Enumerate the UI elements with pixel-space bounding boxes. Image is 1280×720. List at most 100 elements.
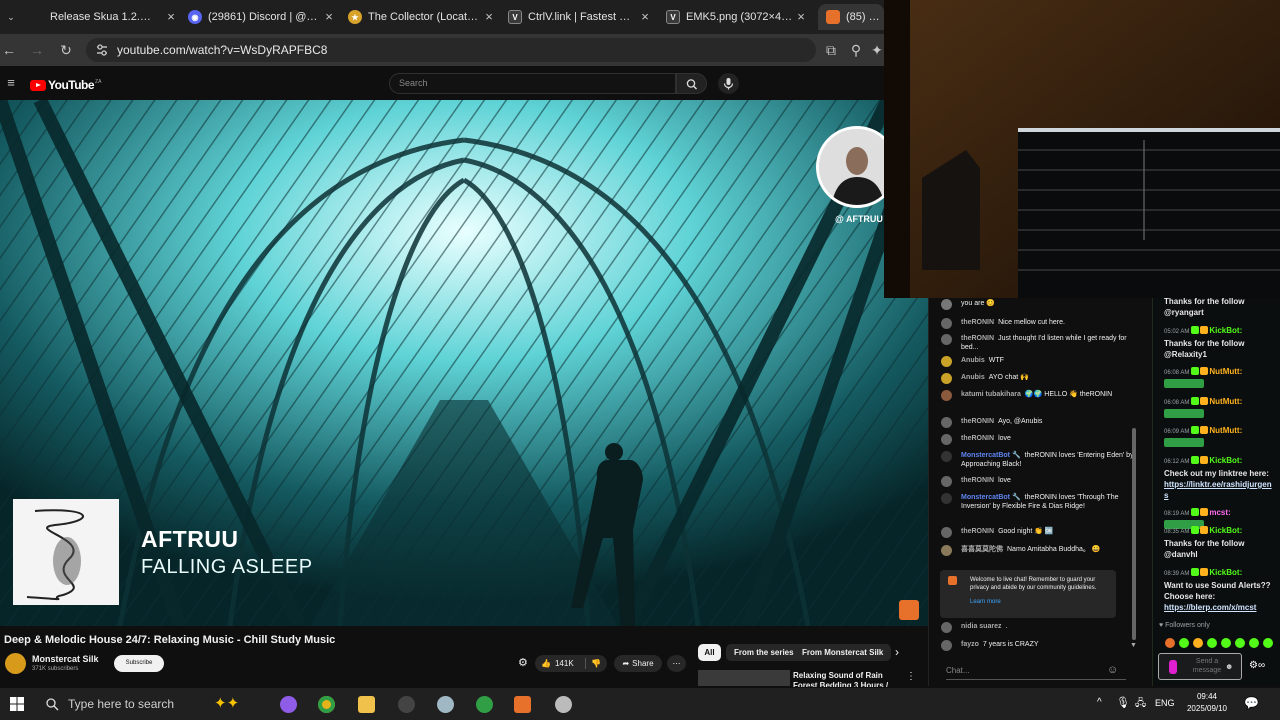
copilot-icon[interactable] [280, 696, 297, 713]
kick-message-link[interactable]: https://blerp.com/x/mcst [1164, 603, 1256, 612]
app-icon[interactable] [555, 696, 572, 713]
avatar[interactable] [941, 373, 952, 384]
microphone-icon[interactable]: 🎙 [1116, 696, 1130, 709]
avatar[interactable] [941, 493, 952, 504]
scroll-down-icon[interactable]: ▼ [1130, 642, 1137, 649]
chat-author[interactable]: 喜喜莫莫陀佛 [961, 546, 1003, 553]
chat-author[interactable]: theRONIN [961, 528, 994, 535]
chat-author[interactable]: theRONIN [961, 435, 994, 442]
avatar[interactable] [941, 640, 952, 651]
emoji-icon[interactable]: ☻ [1225, 662, 1233, 671]
avatar[interactable] [941, 318, 952, 329]
kick-username[interactable]: NutMutt: [1209, 426, 1242, 435]
chat-author[interactable]: Anubis [961, 357, 985, 364]
kick-username[interactable]: KickBot: [1209, 456, 1242, 465]
kick-username[interactable]: KickBot: [1209, 568, 1242, 577]
avatar[interactable] [941, 476, 952, 487]
hamburger-menu-icon[interactable]: ≡ [2, 74, 20, 92]
avatar[interactable] [941, 622, 952, 633]
chat-author[interactable]: katumi tubakihara [961, 391, 1021, 398]
channel-avatar[interactable] [5, 653, 26, 674]
kick-username[interactable]: NutMutt: [1209, 397, 1242, 406]
close-icon[interactable]: × [322, 9, 336, 24]
avatar[interactable] [941, 417, 952, 428]
site-info-icon[interactable] [95, 43, 109, 57]
channel-watermark-icon[interactable] [899, 600, 919, 620]
kick-username[interactable]: KickBot: [1209, 526, 1242, 535]
avatar[interactable] [941, 390, 952, 401]
file-explorer-icon[interactable] [358, 696, 375, 713]
voice-search-button[interactable] [718, 73, 739, 94]
chip-from-series[interactable]: From the series [726, 644, 802, 661]
close-icon[interactable]: × [482, 9, 496, 24]
chat-scrollbar[interactable] [1132, 428, 1136, 640]
avatar[interactable] [941, 451, 952, 462]
more-actions-icon[interactable]: ⋯ [667, 655, 686, 672]
language-indicator[interactable]: ENG [1155, 698, 1175, 708]
settings-gear-icon[interactable]: ⚙∞ [1249, 660, 1265, 671]
close-icon[interactable]: × [794, 9, 808, 24]
avatar[interactable] [941, 545, 952, 556]
reload-icon[interactable]: ↻ [57, 41, 75, 59]
like-dislike-group[interactable]: 👍 141K 👎 [535, 655, 607, 672]
browser-tab-2[interactable]: ◉ (29861) Discord | @Ven × [188, 4, 336, 30]
chevron-right-icon[interactable]: › [895, 645, 899, 659]
chat-author[interactable]: MonstercatBot 🔧 [961, 494, 1021, 501]
emoji-icon[interactable]: ☺ [1107, 664, 1118, 676]
thumbs-up-icon[interactable]: 👍 [541, 659, 551, 668]
learn-more-link[interactable]: Learn more [970, 599, 1001, 605]
kick-username[interactable]: mcst: [1209, 508, 1230, 517]
network-icon[interactable]: 🖧 [1135, 696, 1146, 713]
sparkle-icon[interactable]: ✦✦ [214, 694, 239, 712]
extension-icon[interactable]: ✦ [870, 41, 884, 59]
chat-author[interactable]: Anubis [961, 374, 985, 381]
settings-gear-icon[interactable]: ⚙ [518, 656, 530, 670]
install-app-icon[interactable]: ⧉ [822, 41, 840, 59]
close-icon[interactable]: × [164, 9, 178, 24]
chat-input[interactable]: Chat... [946, 662, 1126, 680]
microphone-icon[interactable] [1169, 660, 1177, 674]
chat-author[interactable]: MonstercatBot 🔧 [961, 452, 1021, 459]
avatar[interactable] [941, 434, 952, 445]
youtube-search-input[interactable]: Search [389, 73, 676, 94]
back-icon[interactable]: ← [0, 41, 18, 59]
browser-tab-1[interactable]: Release Skua 1.2.5.1 · Br × [30, 4, 178, 30]
chat-author[interactable]: theRONIN [961, 335, 994, 342]
tray-overflow-icon[interactable]: ^ [1097, 697, 1102, 708]
avatar[interactable] [941, 334, 952, 345]
video-player[interactable]: AFTRUU FALLING ASLEEP @ AFTRUU [0, 100, 928, 626]
browser-tab-active[interactable]: (85) Deep [818, 4, 884, 30]
chip-all[interactable]: All [698, 644, 721, 661]
thumbs-down-icon[interactable]: 👎 [591, 659, 601, 668]
browser-tab-3[interactable]: ★ The Collector (Location) × [348, 4, 496, 30]
avatar[interactable] [941, 527, 952, 538]
chat-author[interactable]: theRONIN [961, 477, 994, 484]
search-button[interactable] [676, 73, 707, 94]
app-icon[interactable] [398, 696, 415, 713]
share-button[interactable]: ➦ Share [614, 655, 662, 672]
chat-author[interactable]: theRONIN [961, 319, 994, 326]
browser-tab-5[interactable]: V EMK5.png (3072×4096) × [666, 4, 808, 30]
kick-message-link[interactable]: https://linktr.ee/rashidjurgens [1164, 480, 1272, 500]
kebab-menu-icon[interactable]: ⋮ [906, 671, 916, 682]
chat-author[interactable]: theRONIN [961, 418, 994, 425]
forward-icon[interactable]: → [28, 41, 46, 59]
channel-name[interactable]: Monstercat Silk [32, 654, 99, 664]
recommended-title[interactable]: Relaxing Sound of Rain Forest Bedding 3 … [793, 671, 903, 687]
chat-author[interactable]: nidia suarez [961, 623, 1001, 630]
tab-list-chevron-icon[interactable]: ⌄ [2, 8, 20, 26]
subscribe-button[interactable]: Subscribe [114, 655, 164, 672]
windows-start-icon[interactable] [10, 697, 24, 711]
taskbar-search[interactable]: Type here to search [36, 690, 232, 718]
address-bar[interactable]: youtube.com/watch?v=WsDyRAPFBC8 [86, 38, 816, 62]
chrome-icon[interactable] [476, 696, 493, 713]
chip-from-channel[interactable]: From Monstercat Silk [794, 644, 892, 661]
browser-tab-4[interactable]: V CtrlV.link | Fastest Scree × [508, 4, 652, 30]
avatar[interactable] [941, 356, 952, 367]
system-clock[interactable]: 09:44 2025/09/10 [1184, 691, 1230, 715]
chrome-icon[interactable] [318, 696, 335, 713]
kick-username[interactable]: KickBot: [1209, 326, 1242, 335]
snipping-icon[interactable] [437, 696, 454, 713]
close-icon[interactable]: × [638, 9, 652, 24]
recommended-thumbnail[interactable] [698, 670, 790, 686]
